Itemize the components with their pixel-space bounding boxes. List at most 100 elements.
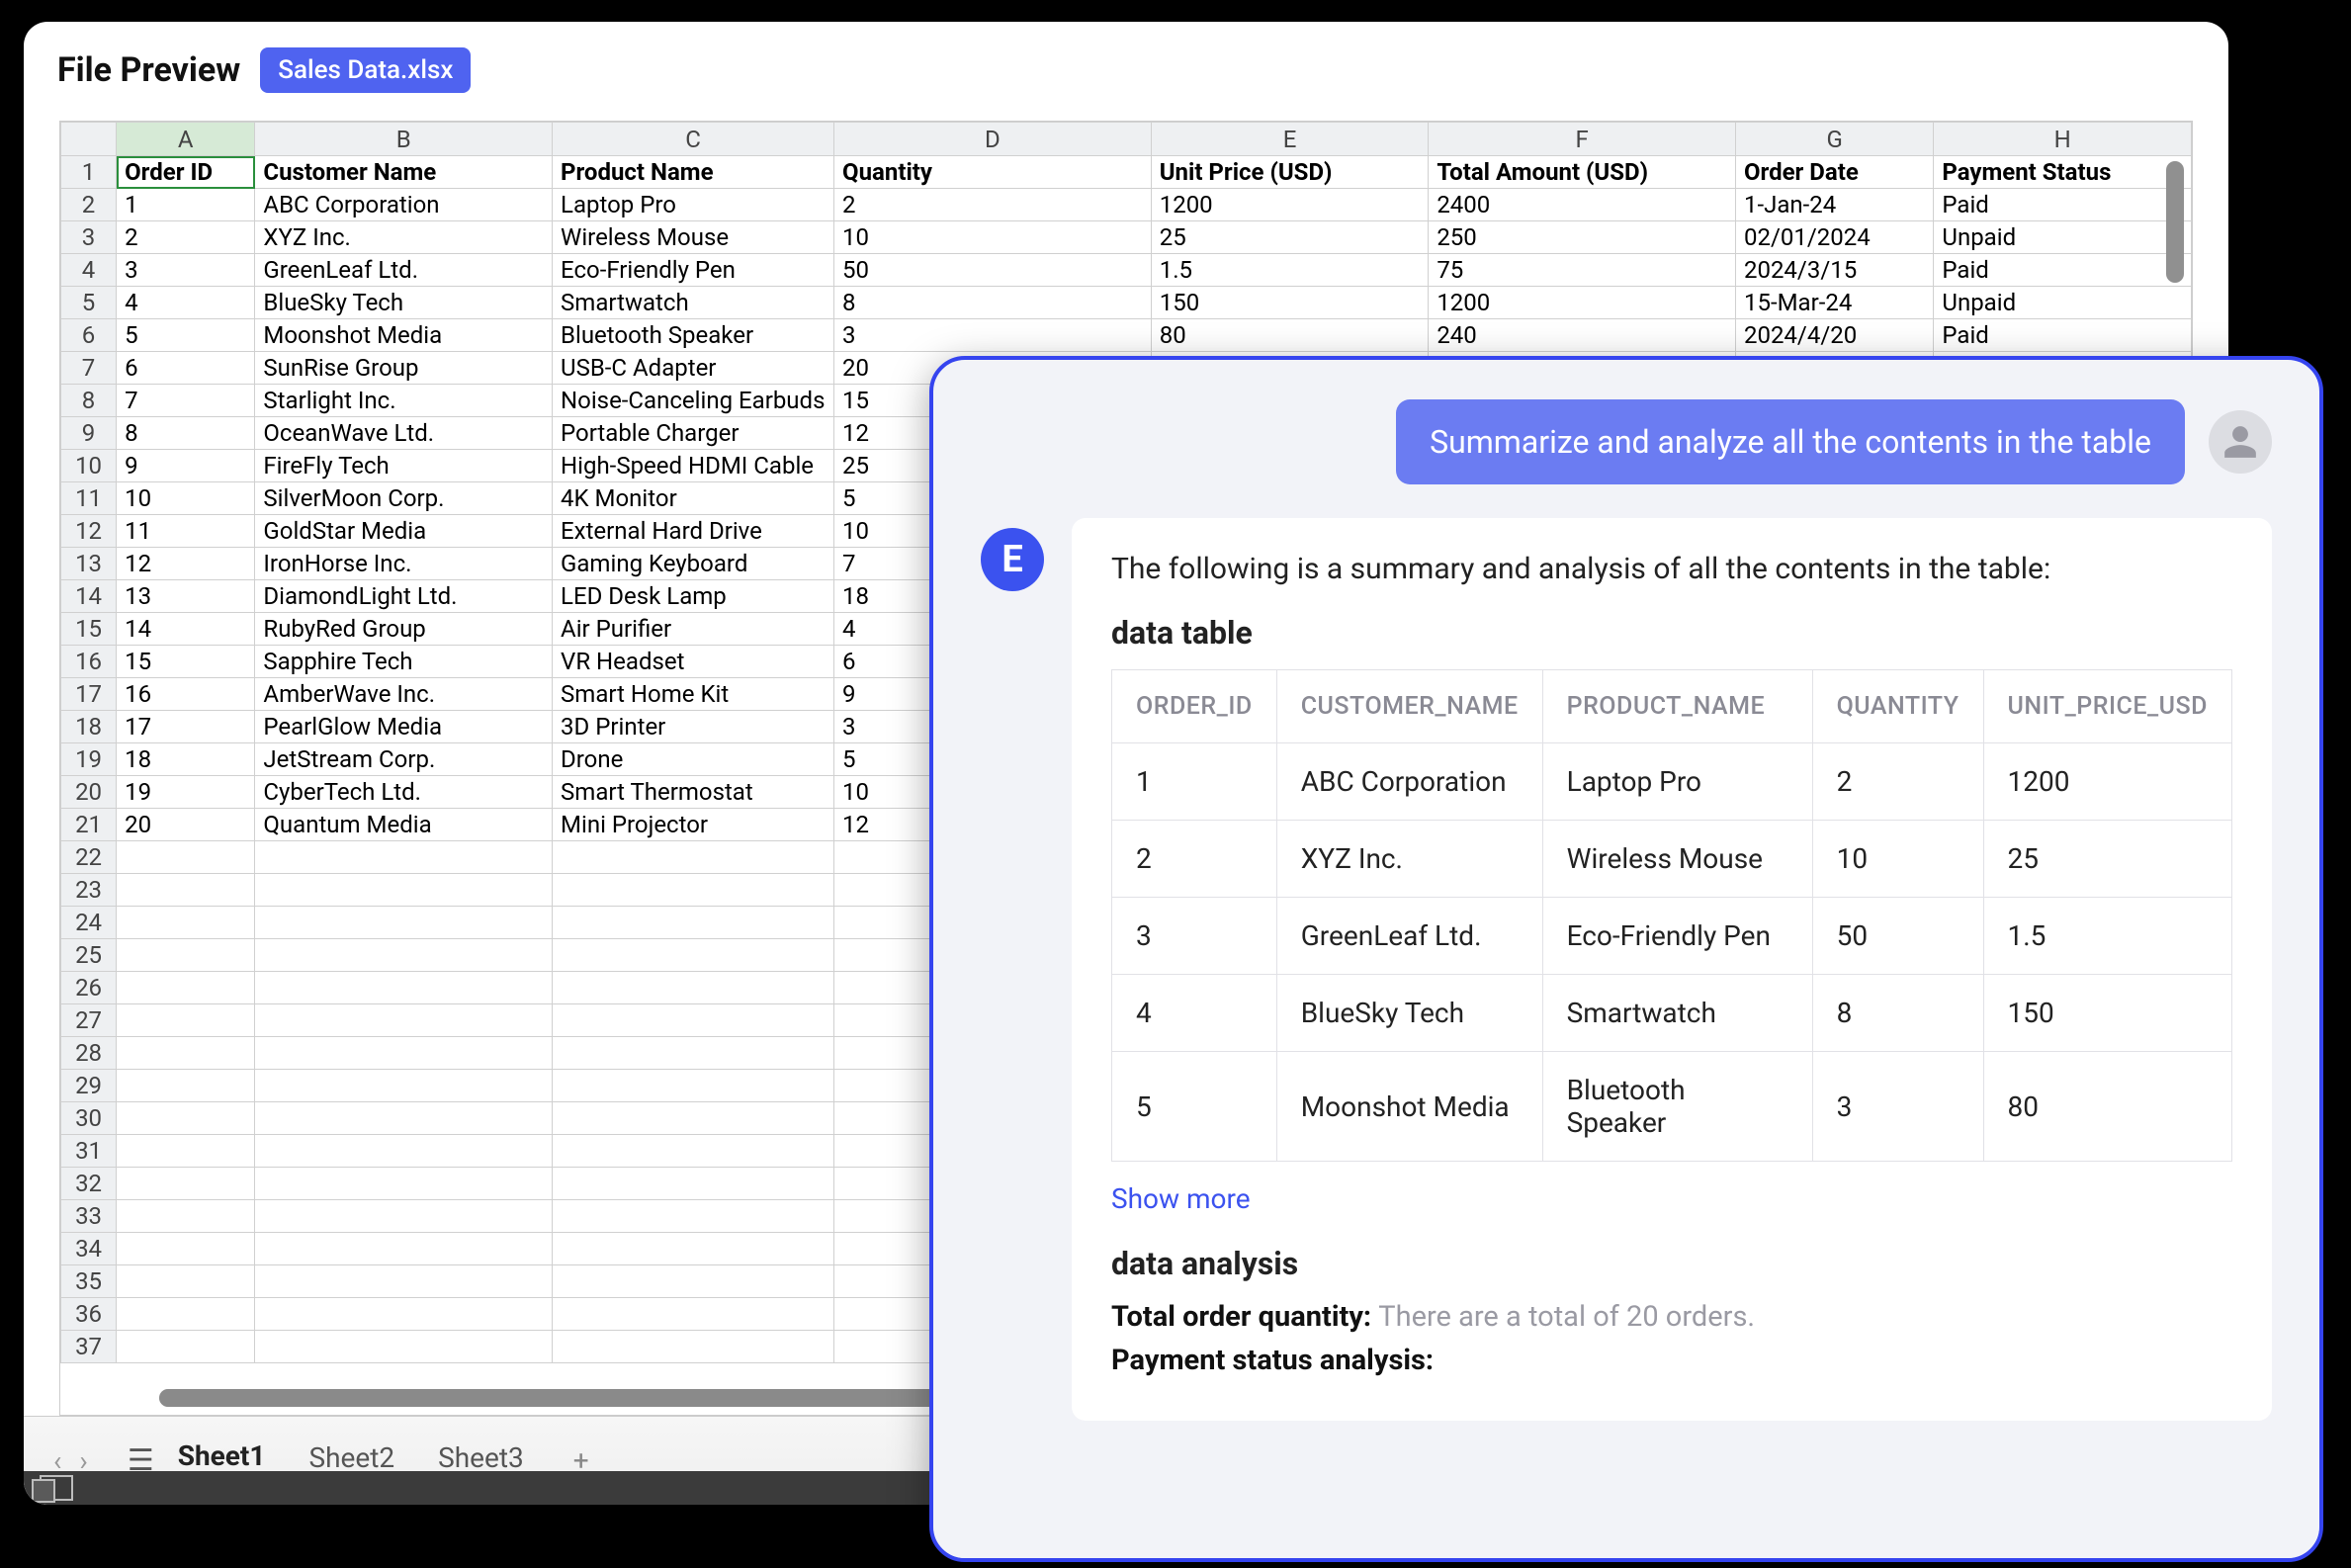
empty-cell[interactable] <box>553 972 834 1004</box>
data-cell[interactable]: Wireless Mouse <box>553 221 834 254</box>
data-cell[interactable]: Smartwatch <box>553 287 834 319</box>
data-cell[interactable]: 11 <box>117 515 255 548</box>
data-cell[interactable]: Starlight Inc. <box>255 385 553 417</box>
empty-cell[interactable] <box>255 1070 553 1102</box>
data-cell[interactable]: 4 <box>117 287 255 319</box>
data-cell[interactable]: ABC Corporation <box>255 189 553 221</box>
data-cell[interactable]: 8 <box>117 417 255 450</box>
header-cell[interactable]: Total Amount (USD) <box>1429 156 1736 189</box>
data-cell[interactable]: OceanWave Ltd. <box>255 417 553 450</box>
data-cell[interactable]: Moonshot Media <box>255 319 553 352</box>
data-cell[interactable]: DiamondLight Ltd. <box>255 580 553 613</box>
data-cell[interactable]: VR Headset <box>553 646 834 678</box>
empty-cell[interactable] <box>117 1298 255 1331</box>
data-cell[interactable]: Bluetooth Speaker <box>553 319 834 352</box>
header-cell[interactable]: Payment Status <box>1934 156 2192 189</box>
data-cell[interactable]: 1200 <box>1151 189 1429 221</box>
data-cell[interactable]: XYZ Inc. <box>255 221 553 254</box>
col-header-H[interactable]: H <box>1934 123 2192 156</box>
row-header[interactable]: 32 <box>61 1168 117 1200</box>
data-cell[interactable]: 2 <box>834 189 1152 221</box>
empty-cell[interactable] <box>255 1168 553 1200</box>
data-cell[interactable]: SunRise Group <box>255 352 553 385</box>
empty-cell[interactable] <box>553 1331 834 1363</box>
data-cell[interactable]: High-Speed HDMI Cable <box>553 450 834 482</box>
data-cell[interactable]: 250 <box>1429 221 1736 254</box>
data-cell[interactable]: 9 <box>117 450 255 482</box>
data-cell[interactable]: External Hard Drive <box>553 515 834 548</box>
data-cell[interactable]: Air Purifier <box>553 613 834 646</box>
row-header[interactable]: 9 <box>61 417 117 450</box>
data-cell[interactable]: 13 <box>117 580 255 613</box>
empty-cell[interactable] <box>553 1004 834 1037</box>
select-all-corner[interactable] <box>61 123 117 156</box>
row-header[interactable]: 37 <box>61 1331 117 1363</box>
row-header[interactable]: 26 <box>61 972 117 1004</box>
data-cell[interactable]: Smart Thermostat <box>553 776 834 809</box>
data-cell[interactable]: 1.5 <box>1151 254 1429 287</box>
empty-cell[interactable] <box>255 1037 553 1070</box>
row-header[interactable]: 8 <box>61 385 117 417</box>
empty-cell[interactable] <box>553 1298 834 1331</box>
empty-cell[interactable] <box>117 1265 255 1298</box>
data-cell[interactable]: 10 <box>117 482 255 515</box>
file-badge[interactable]: Sales Data.xlsx <box>260 47 471 93</box>
show-more-link[interactable]: Show more <box>1111 1182 1251 1215</box>
row-header[interactable]: 36 <box>61 1298 117 1331</box>
col-header-E[interactable]: E <box>1151 123 1429 156</box>
row-header[interactable]: 12 <box>61 515 117 548</box>
row-header[interactable]: 14 <box>61 580 117 613</box>
data-cell[interactable]: BlueSky Tech <box>255 287 553 319</box>
data-cell[interactable]: JetStream Corp. <box>255 743 553 776</box>
data-cell[interactable]: GoldStar Media <box>255 515 553 548</box>
empty-cell[interactable] <box>255 1265 553 1298</box>
empty-cell[interactable] <box>117 874 255 907</box>
data-cell[interactable]: Quantum Media <box>255 809 553 841</box>
empty-cell[interactable] <box>255 1233 553 1265</box>
empty-cell[interactable] <box>553 1233 834 1265</box>
row-header[interactable]: 28 <box>61 1037 117 1070</box>
row-header[interactable]: 19 <box>61 743 117 776</box>
header-cell[interactable]: Order ID <box>117 156 255 189</box>
empty-cell[interactable] <box>553 1070 834 1102</box>
row-header[interactable]: 18 <box>61 711 117 743</box>
data-cell[interactable]: PearlGlow Media <box>255 711 553 743</box>
data-cell[interactable]: 1-Jan-24 <box>1735 189 1933 221</box>
row-header[interactable]: 29 <box>61 1070 117 1102</box>
data-cell[interactable]: Paid <box>1934 319 2192 352</box>
row-header[interactable]: 11 <box>61 482 117 515</box>
empty-cell[interactable] <box>117 939 255 972</box>
row-header[interactable]: 15 <box>61 613 117 646</box>
data-cell[interactable]: AmberWave Inc. <box>255 678 553 711</box>
empty-cell[interactable] <box>117 907 255 939</box>
data-cell[interactable]: CyberTech Ltd. <box>255 776 553 809</box>
data-cell[interactable]: 2024/3/15 <box>1735 254 1933 287</box>
row-header[interactable]: 23 <box>61 874 117 907</box>
empty-cell[interactable] <box>553 939 834 972</box>
data-cell[interactable]: 15 <box>117 646 255 678</box>
data-cell[interactable]: Sapphire Tech <box>255 646 553 678</box>
data-cell[interactable]: 3 <box>834 319 1152 352</box>
row-header[interactable]: 27 <box>61 1004 117 1037</box>
header-cell[interactable]: Quantity <box>834 156 1152 189</box>
empty-cell[interactable] <box>255 874 553 907</box>
row-header[interactable]: 30 <box>61 1102 117 1135</box>
data-cell[interactable]: IronHorse Inc. <box>255 548 553 580</box>
row-header[interactable]: 34 <box>61 1233 117 1265</box>
data-cell[interactable]: 2400 <box>1429 189 1736 221</box>
empty-cell[interactable] <box>117 1070 255 1102</box>
data-cell[interactable]: Mini Projector <box>553 809 834 841</box>
row-header[interactable]: 10 <box>61 450 117 482</box>
data-cell[interactable]: Drone <box>553 743 834 776</box>
col-header-C[interactable]: C <box>553 123 834 156</box>
data-cell[interactable]: 75 <box>1429 254 1736 287</box>
empty-cell[interactable] <box>255 972 553 1004</box>
empty-cell[interactable] <box>255 1004 553 1037</box>
data-cell[interactable]: Laptop Pro <box>553 189 834 221</box>
col-header-A[interactable]: A <box>117 123 255 156</box>
data-cell[interactable]: Unpaid <box>1934 287 2192 319</box>
row-header[interactable]: 4 <box>61 254 117 287</box>
data-cell[interactable]: 80 <box>1151 319 1429 352</box>
data-cell[interactable]: Eco-Friendly Pen <box>553 254 834 287</box>
data-cell[interactable]: GreenLeaf Ltd. <box>255 254 553 287</box>
